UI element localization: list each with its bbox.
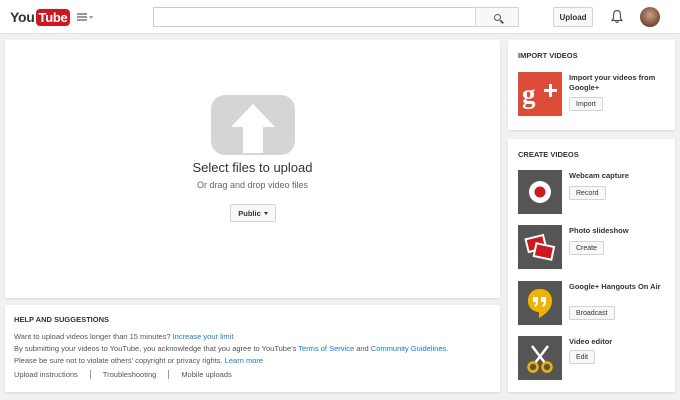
hangouts-label: Google+ Hangouts On Air (569, 282, 661, 291)
search-input[interactable] (153, 7, 476, 27)
divider (168, 370, 170, 379)
hangouts-icon[interactable] (518, 281, 562, 325)
search-button[interactable] (475, 7, 519, 27)
create-card: CREATE VIDEOS Webcam capture Record Phot… (508, 139, 675, 392)
help-line-terms: By submitting your videos to YouTube, yo… (14, 344, 449, 353)
masthead: You Tube Upload (0, 0, 680, 34)
learn-more-link[interactable]: Learn more (225, 356, 263, 365)
create-item-slideshow: Photo slideshow Create (518, 225, 668, 269)
record-button[interactable]: Record (569, 186, 606, 200)
guide-menu-icon[interactable] (77, 11, 95, 23)
video-editor-scissors-icon[interactable] (518, 336, 562, 380)
import-row: g Import your videos from Google+ Import (518, 72, 668, 116)
photo-slideshow-icon[interactable] (518, 225, 562, 269)
slideshow-label: Photo slideshow (569, 226, 629, 235)
create-item-hangouts: Google+ Hangouts On Air Broadcast (518, 281, 668, 325)
privacy-dropdown[interactable]: Public (230, 204, 276, 222)
youtube-logo[interactable]: You Tube (10, 8, 71, 26)
help-line-limit: Want to upload videos longer than 15 min… (14, 332, 234, 341)
avatar[interactable] (640, 7, 660, 27)
upload-instructions-link[interactable]: Upload instructions (14, 370, 78, 379)
create-item-webcam: Webcam capture Record (518, 170, 668, 214)
create-heading: CREATE VIDEOS (518, 150, 579, 159)
import-heading: IMPORT VIDEOS (518, 51, 578, 60)
import-card: IMPORT VIDEOS g Import your videos from … (508, 40, 675, 130)
bell-icon[interactable] (611, 9, 623, 24)
help-heading: HELP AND SUGGESTIONS (14, 315, 110, 324)
divider (89, 370, 91, 379)
help-links: Upload instructions Troubleshooting Mobi… (14, 370, 232, 379)
broadcast-button[interactable]: Broadcast (569, 306, 615, 320)
webcam-label: Webcam capture (569, 171, 629, 180)
chevron-down-icon (263, 211, 268, 215)
upload-subtitle: Or drag and drop video files (196, 180, 309, 190)
create-slideshow-button[interactable]: Create (569, 241, 605, 255)
help-line-copyright: Please be sure not to violate others' co… (14, 356, 264, 365)
privacy-label: Public (238, 208, 261, 218)
search-icon (493, 13, 501, 21)
terms-of-service-link[interactable]: Terms of Service (298, 344, 354, 353)
help-card: HELP AND SUGGESTIONS Want to upload vide… (5, 305, 500, 392)
increase-limit-link[interactable]: Increase your limit (173, 332, 234, 341)
webcam-record-icon[interactable] (518, 170, 562, 214)
upload-arrow-icon[interactable] (211, 95, 295, 155)
mobile-uploads-link[interactable]: Mobile uploads (181, 370, 231, 379)
upload-card[interactable]: Select files to upload Or drag and drop … (5, 40, 500, 298)
editor-label: Video editor (569, 337, 613, 346)
google-plus-icon[interactable]: g (518, 72, 562, 116)
community-guidelines-link[interactable]: Community Guidelines (371, 344, 446, 353)
troubleshooting-link[interactable]: Troubleshooting (103, 370, 157, 379)
svg-text:g: g (522, 79, 536, 109)
create-item-editor: Video editor Edit (518, 336, 668, 380)
import-button[interactable]: Import (569, 97, 603, 111)
import-label: Import your videos from Google+ (569, 73, 656, 92)
edit-button[interactable]: Edit (569, 350, 596, 364)
upload-title: Select files to upload (192, 160, 313, 175)
upload-button[interactable]: Upload (553, 7, 593, 27)
